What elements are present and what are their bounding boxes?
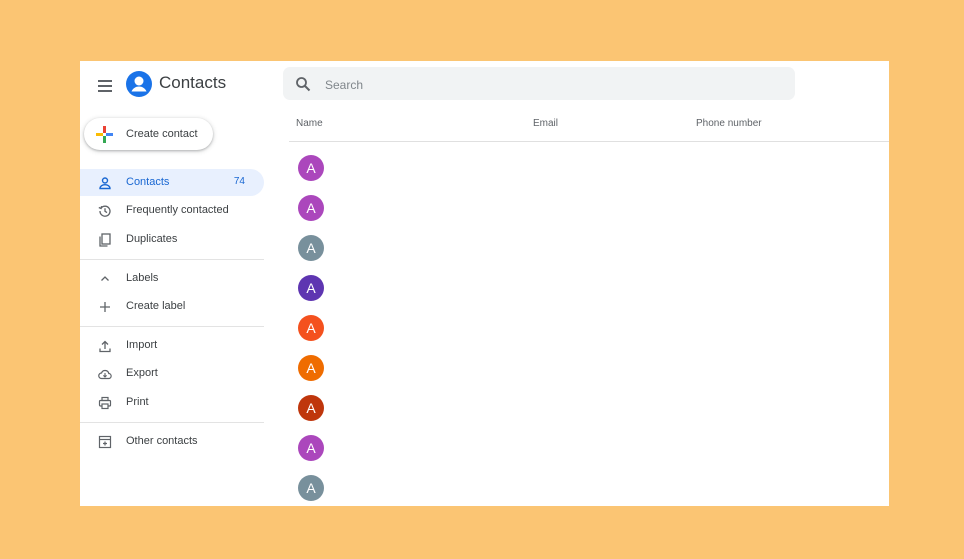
contact-avatar: A [298, 315, 324, 341]
contact-row[interactable]: A [290, 431, 880, 467]
sidebar-item-label: Other contacts [126, 435, 198, 447]
contact-row[interactable]: A [290, 231, 880, 267]
create-label-button[interactable]: Create label [80, 293, 264, 320]
contact-avatar: A [298, 475, 324, 501]
sidebar-item-label: Export [126, 367, 158, 379]
cloud-download-icon [98, 369, 112, 380]
labels-heading: Labels [126, 272, 159, 284]
create-contact-label: Create contact [126, 128, 198, 140]
contact-avatar: A [298, 355, 324, 381]
contact-row[interactable]: A [290, 191, 880, 227]
sidebar-item-frequently-contacted[interactable]: Frequently contacted [80, 197, 264, 224]
sidebar-item-label: Contacts [126, 176, 170, 188]
contact-avatar: A [298, 275, 324, 301]
column-header-name[interactable]: Name [296, 118, 323, 129]
sidebar-divider [80, 326, 264, 327]
sidebar-item-duplicates[interactable]: Duplicates [80, 226, 264, 253]
chevron-up-icon [101, 276, 109, 281]
sidebar-item-print[interactable]: Print [80, 389, 264, 416]
contact-avatar: A [298, 435, 324, 461]
app-title: Contacts [159, 73, 227, 92]
plus-icon [100, 302, 110, 312]
table-header-divider [289, 141, 889, 142]
sidebar-item-label: Import [126, 339, 158, 351]
upload-icon [99, 340, 111, 353]
sidebar-item-label: Print [126, 396, 149, 408]
sidebar-divider [80, 259, 264, 260]
contact-row[interactable]: A [290, 311, 880, 347]
sidebar-item-export[interactable]: Export [80, 360, 264, 387]
contacts-count-badge: 74 [233, 176, 245, 187]
copy-icon [99, 233, 111, 247]
column-header-email[interactable]: Email [533, 118, 558, 129]
column-header-phone[interactable]: Phone number [696, 118, 762, 129]
sidebar-divider [80, 422, 264, 423]
sidebar-item-import[interactable]: Import [80, 332, 264, 359]
labels-section-toggle[interactable]: Labels [80, 265, 264, 292]
search-bar[interactable] [283, 67, 795, 102]
sidebar-item-other-contacts[interactable]: Other contacts [80, 428, 264, 455]
contact-avatar: A [298, 195, 324, 221]
contact-avatar: A [298, 395, 324, 421]
archive-add-icon [98, 435, 112, 449]
multicolor-plus-icon [96, 126, 113, 143]
contact-row[interactable]: A [290, 351, 880, 387]
sidebar-item-contacts[interactable]: Contacts 74 [80, 169, 264, 196]
search-icon[interactable] [295, 76, 311, 92]
sidebar-item-label: Frequently contacted [126, 204, 229, 216]
contact-avatar: A [298, 155, 324, 181]
hamburger-menu-icon[interactable] [94, 75, 116, 97]
history-icon [98, 205, 111, 217]
contact-row[interactable]: A [290, 151, 880, 187]
search-input[interactable] [323, 67, 787, 102]
person-icon [99, 177, 111, 190]
contact-avatar: A [298, 235, 324, 261]
contacts-app-window: Contacts Create contact Contacts 74 [80, 61, 889, 506]
create-contact-button[interactable]: Create contact [84, 118, 213, 150]
contact-row[interactable]: A [290, 271, 880, 307]
account-circle-icon [126, 71, 152, 97]
create-label-text: Create label [126, 300, 186, 312]
sidebar-item-label: Duplicates [126, 233, 178, 245]
contact-row[interactable]: A [290, 391, 880, 427]
printer-icon [98, 396, 112, 410]
contact-row[interactable]: A [290, 471, 880, 506]
